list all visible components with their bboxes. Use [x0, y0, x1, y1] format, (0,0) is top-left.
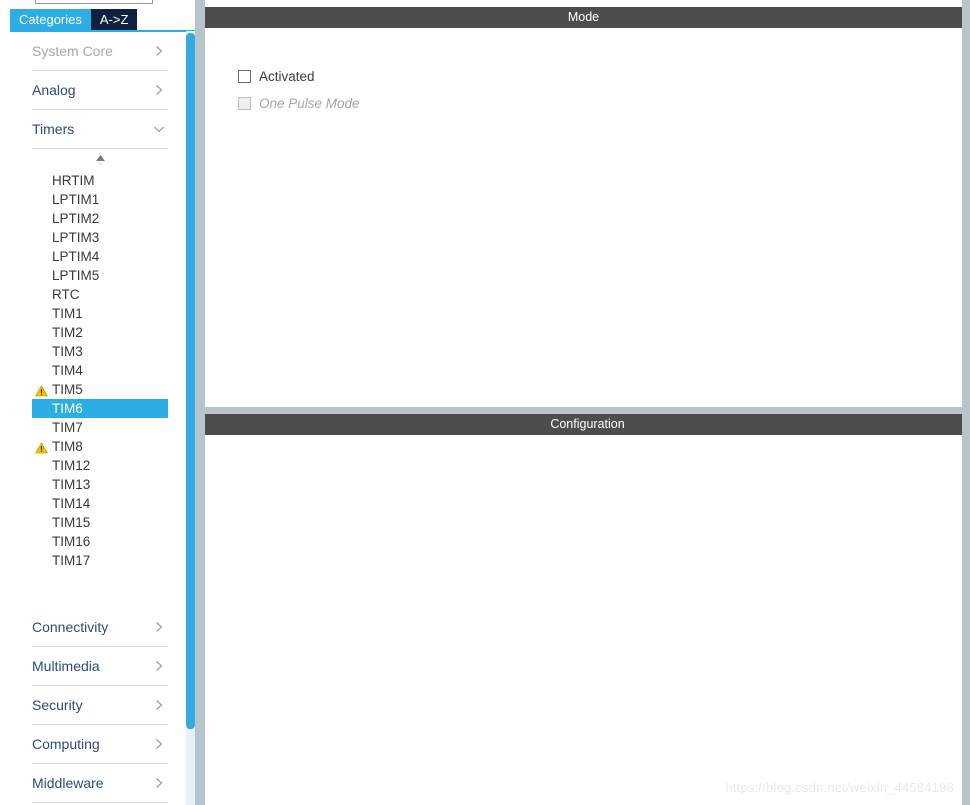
chevron-right-icon	[152, 737, 166, 751]
mode-panel-title: Mode	[205, 7, 962, 28]
chevron-down-icon	[152, 122, 166, 136]
category-multimedia[interactable]: Multimedia	[32, 647, 168, 686]
peripheral-label: LPTIM2	[52, 211, 100, 226]
peripheral-label: TIM8	[52, 439, 83, 454]
peripheral-item[interactable]: TIM5	[10, 380, 180, 399]
peripheral-label: TIM6	[52, 401, 83, 416]
checkbox-box[interactable]	[238, 69, 251, 83]
right-edge-strip	[962, 0, 970, 805]
category-label: System Core	[32, 43, 113, 59]
peripheral-item[interactable]: TIM8	[10, 437, 180, 456]
peripheral-label: TIM12	[52, 458, 91, 473]
peripheral-item[interactable]: TIM3	[10, 342, 180, 361]
chevron-right-icon	[152, 698, 166, 712]
peripheral-item[interactable]: RTC	[10, 285, 180, 304]
peripheral-item[interactable]: TIM13	[10, 475, 180, 494]
peripheral-item[interactable]: HRTIM	[10, 171, 180, 190]
peripheral-list: HRTIM LPTIM1 LPTIM2 LPTIM3 LPTIM4 LPTIM5 RTC TI…	[10, 171, 180, 570]
peripheral-item[interactable]: TIM1	[10, 304, 180, 323]
category-label: Computing	[32, 736, 100, 752]
peripheral-label: TIM16	[52, 534, 91, 549]
sidebar: Categories A->Z System Core Analog Timer…	[0, 0, 196, 805]
category-system-core[interactable]: System Core	[32, 32, 168, 71]
warning-triangle-icon	[35, 440, 48, 454]
sidebar-main-splitter[interactable]	[195, 0, 398, 805]
sidebar-tabs: Categories A->Z	[10, 9, 138, 30]
peripheral-label: TIM13	[52, 477, 91, 492]
chevron-right-icon	[152, 776, 166, 790]
peripheral-item[interactable]: LPTIM1	[10, 190, 180, 209]
peripheral-item[interactable]: TIM7	[10, 418, 180, 437]
category-scroll-area: System Core Analog Timers HRTIM LPTIM1 L…	[10, 32, 196, 805]
chevron-right-icon	[152, 83, 166, 97]
category-label: Security	[32, 697, 83, 713]
category-analog[interactable]: Analog	[32, 71, 168, 110]
peripheral-label: TIM4	[52, 363, 83, 378]
peripheral-item[interactable]: TIM4	[10, 361, 180, 380]
peripheral-label: TIM14	[52, 496, 91, 511]
peripheral-label: LPTIM5	[52, 268, 100, 283]
list-bottom-spacer	[10, 570, 180, 608]
category-label: Multimedia	[32, 658, 100, 674]
peripheral-item[interactable]: LPTIM2	[10, 209, 180, 228]
peripheral-label: TIM17	[52, 553, 91, 568]
category-label: Analog	[32, 82, 76, 98]
checkbox-activated[interactable]: Activated	[238, 67, 315, 85]
category-timers[interactable]: Timers	[32, 110, 168, 149]
mode-panel-body: Activated One Pulse Mode	[205, 28, 970, 407]
peripheral-item[interactable]: TIM14	[10, 494, 180, 513]
category-label: Timers	[32, 121, 75, 137]
chevron-right-icon	[152, 659, 166, 673]
configuration-panel-title: Configuration	[205, 414, 970, 435]
peripheral-item[interactable]: LPTIM5	[10, 266, 180, 285]
peripheral-label: HRTIM	[52, 173, 95, 188]
main-content: Mode Activated One Pulse Mode Configurat…	[205, 0, 970, 805]
search-input[interactable]	[35, 0, 153, 4]
tab-a-to-z[interactable]: A->Z	[90, 9, 138, 30]
tab-categories[interactable]: Categories	[10, 9, 91, 30]
chevron-right-icon	[152, 620, 166, 634]
category-middleware[interactable]: Middleware	[32, 764, 168, 803]
peripheral-label: TIM15	[52, 515, 91, 530]
configuration-panel: Configuration	[205, 414, 970, 805]
checkbox-label: Activated	[259, 68, 315, 84]
category-computing[interactable]: Computing	[32, 725, 168, 764]
peripheral-item[interactable]: TIM15	[10, 513, 180, 532]
peripheral-item[interactable]: TIM12	[10, 456, 180, 475]
mode-panel: Mode Activated One Pulse Mode	[205, 0, 970, 407]
scroll-up-arrow-icon[interactable]	[32, 149, 168, 171]
peripheral-label: LPTIM4	[52, 249, 100, 264]
peripheral-item[interactable]: TIM6	[32, 399, 168, 418]
sidebar-scrollbar-thumb[interactable]	[186, 33, 195, 729]
peripheral-label: TIM1	[52, 306, 83, 321]
checkbox-box	[238, 96, 251, 110]
peripheral-label: TIM5	[52, 382, 83, 397]
peripheral-label: TIM2	[52, 325, 83, 340]
peripheral-label: RTC	[52, 287, 80, 302]
category-security[interactable]: Security	[32, 686, 168, 725]
category-label: Middleware	[32, 775, 104, 791]
configuration-panel-body	[205, 435, 970, 805]
chevron-right-icon	[152, 44, 166, 58]
peripheral-item[interactable]: TIM17	[10, 551, 180, 570]
warning-triangle-icon	[35, 383, 48, 397]
checkbox-one-pulse-mode: One Pulse Mode	[238, 94, 360, 112]
peripheral-label: TIM7	[52, 420, 83, 435]
peripheral-item[interactable]: LPTIM4	[10, 247, 180, 266]
peripheral-label: LPTIM1	[52, 192, 100, 207]
category-connectivity[interactable]: Connectivity	[32, 608, 168, 647]
peripheral-label: LPTIM3	[52, 230, 100, 245]
peripheral-label: TIM3	[52, 344, 83, 359]
peripheral-item[interactable]: TIM2	[10, 323, 180, 342]
category-label: Connectivity	[32, 619, 109, 635]
peripheral-item[interactable]: LPTIM3	[10, 228, 180, 247]
checkbox-label: One Pulse Mode	[259, 95, 360, 111]
peripheral-item[interactable]: TIM16	[10, 532, 180, 551]
